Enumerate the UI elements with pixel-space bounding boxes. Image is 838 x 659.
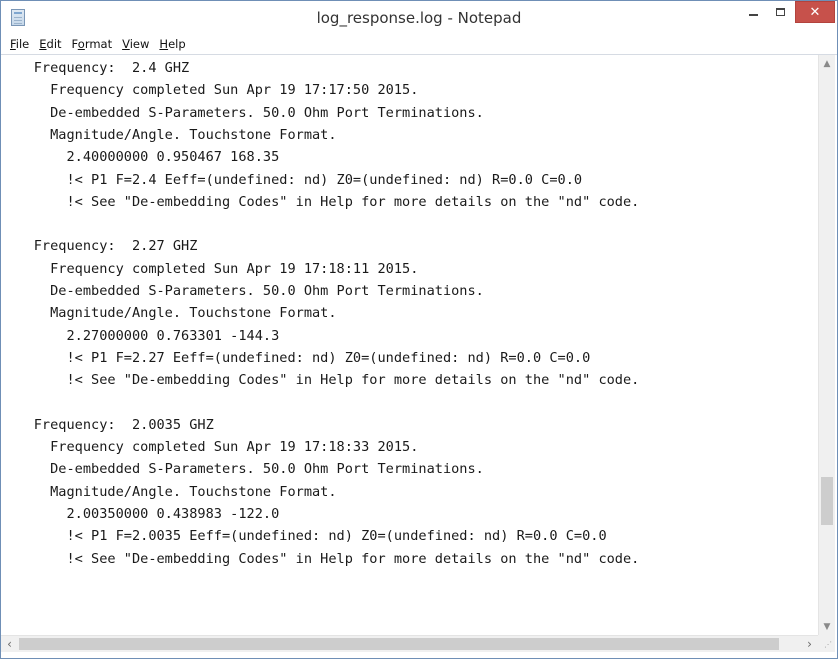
maximize-button[interactable]	[767, 1, 794, 23]
horizontal-scrollbar[interactable]: ‹ ›	[1, 635, 818, 652]
size-grip[interactable]: ⋰	[818, 635, 835, 652]
window-bottom-border	[1, 652, 837, 658]
text-line: 2.27000000 0.763301 -144.3	[1, 327, 280, 344]
title-bar[interactable]: log_response.log - Notepad ✕	[1, 1, 837, 35]
text-line: !< P1 F=2.27 Eeff=(undefined: nd) Z0=(un…	[1, 349, 591, 366]
text-line: Magnitude/Angle. Touchstone Format.	[1, 483, 337, 500]
size-grip-icon: ⋰	[824, 640, 832, 649]
text-line: Frequency: 2.0035 GHZ	[1, 416, 214, 433]
text-line: Magnitude/Angle. Touchstone Format.	[1, 126, 337, 143]
menu-format[interactable]: Format	[67, 35, 118, 54]
menu-edit[interactable]: Edit	[34, 35, 66, 54]
notepad-window: log_response.log - Notepad ✕ File Edit F…	[0, 0, 838, 659]
text-line: De-embedded S-Parameters. 50.0 Ohm Port …	[1, 283, 484, 299]
vertical-scroll-thumb[interactable]	[821, 477, 833, 525]
text-line: !< See "De-embedding Codes" in Help for …	[1, 550, 640, 567]
menu-view[interactable]: View	[117, 35, 154, 54]
horizontal-scroll-thumb[interactable]	[19, 638, 779, 650]
text-line: !< See "De-embedding Codes" in Help for …	[1, 193, 640, 210]
menu-bar: File Edit Format View Help	[1, 35, 837, 54]
close-button[interactable]: ✕	[795, 1, 835, 23]
text-line: De-embedded S-Parameters. 50.0 Ohm Port …	[1, 461, 484, 478]
scroll-down-icon[interactable]: ▼	[819, 618, 835, 635]
text-line: !< See "De-embedding Codes" in Help for …	[1, 372, 640, 389]
maximize-icon	[776, 8, 785, 16]
text-line: 2.00350000 0.438983 -122.0	[1, 506, 280, 522]
text-line: Frequency completed Sun Apr 19 17:17:50 …	[1, 82, 419, 99]
text-line: !< P1 F=2.4 Eeff=(undefined: nd) Z0=(und…	[1, 171, 583, 188]
text-line: 2.40000000 0.950467 168.35	[1, 149, 280, 166]
scroll-right-icon[interactable]: ›	[801, 636, 818, 652]
scroll-left-icon[interactable]: ‹	[1, 636, 18, 652]
text-line: De-embedded S-Parameters. 50.0 Ohm Port …	[1, 104, 484, 121]
close-icon: ✕	[809, 4, 821, 20]
menu-help[interactable]: Help	[154, 35, 190, 54]
text-line: Magnitude/Angle. Touchstone Format.	[1, 305, 337, 322]
text-line: Frequency completed Sun Apr 19 17:18:11 …	[1, 260, 419, 277]
scroll-up-icon[interactable]: ▲	[819, 55, 835, 72]
text-editor[interactable]: Frequency: 2.4 GHZ Frequency completed S…	[1, 55, 818, 635]
text-line: !< P1 F=2.0035 Eeff=(undefined: nd) Z0=(…	[1, 528, 607, 545]
text-line: Frequency completed Sun Apr 19 17:18:33 …	[1, 439, 419, 456]
menu-file[interactable]: File	[5, 35, 34, 54]
minimize-button[interactable]	[740, 1, 767, 23]
minimize-icon	[749, 14, 758, 16]
window-title: log_response.log - Notepad	[316, 9, 522, 27]
text-line: Frequency: 2.27 GHZ	[1, 238, 198, 255]
vertical-scrollbar[interactable]: ▲ ▼	[818, 55, 835, 635]
text-line: Frequency: 2.4 GHZ	[1, 60, 190, 76]
